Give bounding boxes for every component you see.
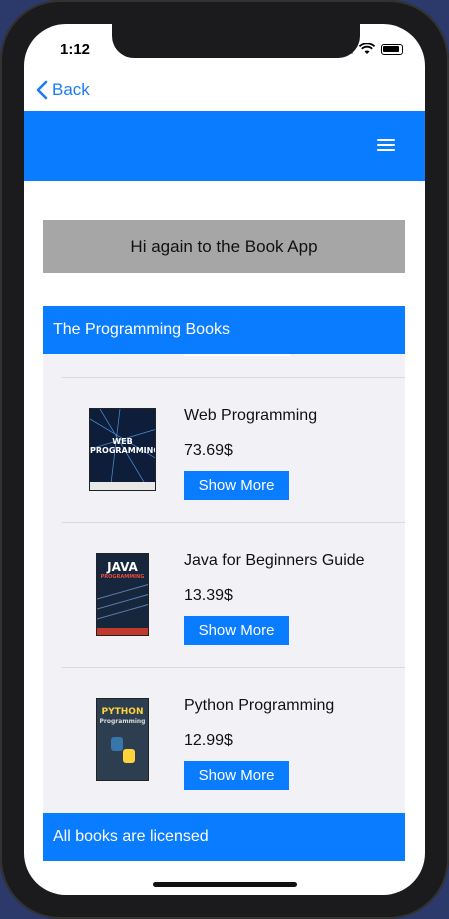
book-price: 13.39$	[184, 587, 233, 604]
book-title: Python Programming	[184, 697, 335, 714]
book-cover-image: JAVA PROGRAMMING	[96, 553, 149, 636]
wifi-icon	[359, 43, 375, 54]
book-cover-image: PYTHON Programming	[96, 698, 149, 781]
book-list: WEB PROGRAMMING Web Programming 73.69$ S…	[43, 354, 405, 813]
greeting-banner: Hi again to the Book App	[43, 220, 405, 273]
status-time: 1:12	[60, 41, 91, 58]
hamburger-menu-icon[interactable]	[377, 139, 395, 151]
book-price: 73.69$	[184, 442, 233, 459]
book-title: Web Programming	[184, 407, 318, 424]
phone-frame: 1:12 Back Hi again to the Book App The P…	[0, 0, 449, 919]
book-title: Java for Beginners Guide	[184, 552, 365, 569]
footer-banner: All books are licensed	[43, 813, 405, 861]
list-item: PYTHON Programming Python Programming 12…	[62, 667, 405, 812]
battery-icon	[381, 43, 403, 55]
device-notch	[112, 24, 360, 58]
show-more-button[interactable]: Show More	[184, 761, 289, 790]
show-more-button[interactable]: Show More	[184, 471, 289, 500]
book-price: 12.99$	[184, 732, 233, 749]
section-underline	[184, 354, 290, 356]
section-title: The Programming Books	[43, 306, 405, 354]
back-label: Back	[52, 80, 90, 99]
home-indicator[interactable]	[153, 882, 297, 887]
list-item: JAVA PROGRAMMING Java for Beginners Guid…	[62, 522, 405, 667]
navigation-bar: Back	[24, 74, 425, 111]
app-screen: 1:12 Back Hi again to the Book App The P…	[24, 24, 425, 895]
list-item: WEB PROGRAMMING Web Programming 73.69$ S…	[62, 377, 405, 522]
show-more-button[interactable]: Show More	[184, 616, 289, 645]
back-button[interactable]: Back	[36, 80, 90, 100]
book-cover-image: WEB PROGRAMMING	[89, 408, 156, 491]
app-header	[24, 111, 425, 181]
chevron-left-icon	[36, 80, 48, 100]
